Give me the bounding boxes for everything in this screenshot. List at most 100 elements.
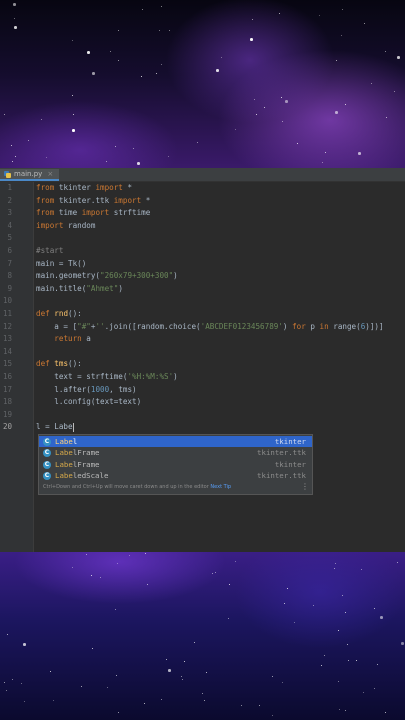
star <box>197 142 199 144</box>
code-line[interactable]: 18 l.config(text=text) <box>0 396 405 408</box>
line-number: 14 <box>2 346 12 356</box>
star <box>339 709 341 711</box>
star <box>202 693 204 695</box>
autocomplete-popup: Ctrl+Down and Ctrl+Up will move caret do… <box>38 434 313 495</box>
code-line[interactable]: 20 l = Labe <box>0 421 405 433</box>
star <box>6 690 8 692</box>
star <box>7 634 9 636</box>
code-line[interactable]: 5 <box>0 232 405 244</box>
code-line[interactable]: 15 def tms(): <box>0 358 405 370</box>
code-line[interactable]: 3 from time import strftime <box>0 207 405 219</box>
code-line[interactable]: 9 main.title("Ahmet") <box>0 283 405 295</box>
star <box>72 129 75 132</box>
code-text: l.after(1000, tms) <box>36 384 137 394</box>
star <box>100 577 102 579</box>
star <box>250 38 253 41</box>
code-line[interactable]: 8 main.geometry("260x79+300+300") <box>0 270 405 282</box>
star <box>279 13 281 15</box>
class-icon: C <box>43 449 51 458</box>
star <box>81 686 83 688</box>
star <box>285 100 288 103</box>
star <box>147 584 149 586</box>
star <box>206 672 208 674</box>
code-text: l.config(text=text) <box>36 397 142 407</box>
star <box>212 573 214 575</box>
star <box>92 72 95 75</box>
star <box>348 660 350 662</box>
more-options-icon[interactable]: ⋮ <box>301 482 309 491</box>
star <box>241 705 243 707</box>
star <box>118 30 120 32</box>
completion-item[interactable]: C LabelFrame tkinter.ttk <box>39 447 312 459</box>
star <box>168 156 170 158</box>
code-line[interactable]: 10 <box>0 295 405 307</box>
star <box>377 664 379 666</box>
star <box>324 655 326 657</box>
code-line[interactable]: 19 <box>0 409 405 421</box>
star <box>342 9 344 11</box>
star <box>181 676 183 678</box>
star <box>319 15 321 17</box>
star <box>363 692 365 694</box>
code-line[interactable]: 7 main = Tk() <box>0 258 405 270</box>
close-icon[interactable]: × <box>47 170 53 178</box>
code-line[interactable]: 4 import random <box>0 220 405 232</box>
line-number: 5 <box>7 233 12 243</box>
line-number: 16 <box>2 372 12 381</box>
star <box>252 19 254 21</box>
star <box>229 584 231 586</box>
completion-item[interactable]: C Label tkinter <box>39 435 312 447</box>
star <box>118 712 120 714</box>
star <box>371 83 373 85</box>
class-icon: C <box>43 437 51 446</box>
line-number: 8 <box>7 271 12 281</box>
star <box>216 69 219 72</box>
star <box>338 681 340 683</box>
star <box>145 553 147 555</box>
star <box>46 157 48 159</box>
star <box>159 30 161 32</box>
star <box>235 561 237 563</box>
star <box>110 51 112 53</box>
star <box>287 588 289 590</box>
star <box>259 705 261 707</box>
code-text: main.title("Ahmet") <box>36 283 123 293</box>
star <box>358 152 361 155</box>
star <box>361 569 363 571</box>
star <box>334 568 336 570</box>
star <box>335 563 337 565</box>
tab-main-py[interactable]: main.py × <box>0 169 60 181</box>
code-text: from tkinter.ttk import * <box>36 195 151 205</box>
star <box>194 642 196 644</box>
code-line[interactable]: 17 l.after(1000, tms) <box>0 384 405 396</box>
code-line[interactable]: 1 from tkinter import * <box>0 182 405 194</box>
line-number: 12 <box>2 321 12 331</box>
code-line[interactable]: 12 a = ["#"+''.join([random.choice('ABCD… <box>0 321 405 333</box>
line-number: 19 <box>2 409 12 419</box>
star <box>115 146 117 148</box>
line-number: 20 <box>2 422 12 432</box>
star <box>264 107 266 109</box>
code-line[interactable]: 11 def rnd(): <box>0 308 405 320</box>
star <box>87 51 90 54</box>
star <box>356 660 358 662</box>
completion-item[interactable]: C LabeledScale tkinter.ttk <box>39 470 312 482</box>
next-tip-link[interactable]: Next Tip <box>210 484 231 490</box>
completion-item[interactable]: C LabelFrame tkinter <box>39 459 312 471</box>
star <box>107 687 109 689</box>
code-line[interactable]: 2 from tkinter.ttk import * <box>0 195 405 207</box>
star <box>161 64 163 66</box>
star <box>256 114 258 116</box>
code-line[interactable]: 13 return a <box>0 333 405 345</box>
star <box>281 97 283 99</box>
star <box>144 703 146 705</box>
star <box>161 6 163 8</box>
code-line[interactable]: 14 <box>0 346 405 358</box>
completion-item-module: tkinter <box>274 436 306 446</box>
code-line[interactable]: 6 #start <box>0 245 405 257</box>
code-line[interactable]: 16 text = strftime('%H:%M:%S') <box>0 371 405 383</box>
star <box>297 143 299 145</box>
star <box>116 675 118 677</box>
star <box>156 73 158 75</box>
line-number: 1 <box>7 183 12 192</box>
